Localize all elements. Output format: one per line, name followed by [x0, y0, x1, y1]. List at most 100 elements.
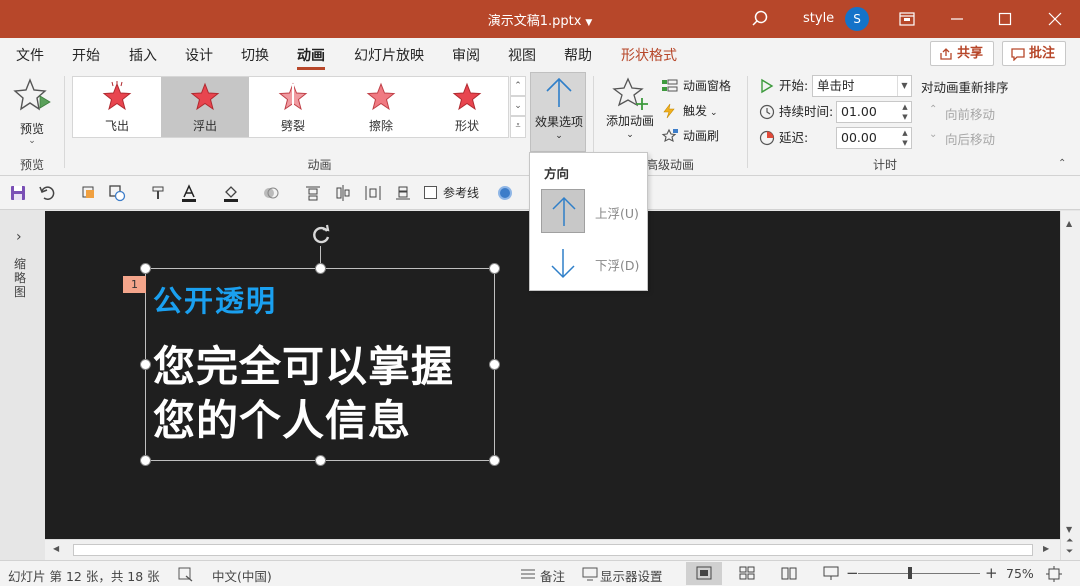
title-dropdown-icon[interactable]: ▼	[585, 18, 592, 28]
chevron-down-icon[interactable]: ▼	[897, 76, 911, 96]
reading-view-button[interactable]	[771, 562, 807, 585]
add-animation-button[interactable]: 添加动画 ⌄	[600, 76, 660, 152]
star-icon	[366, 82, 396, 111]
tab-transitions[interactable]: 切换	[241, 45, 269, 65]
normal-view-button[interactable]	[686, 562, 722, 585]
duration-input[interactable]: 01.00 ▲ ▼	[836, 101, 912, 123]
resize-handle[interactable]	[140, 455, 151, 466]
resize-handle[interactable]	[140, 359, 151, 370]
avatar[interactable]: S	[845, 7, 869, 31]
notes-button[interactable]: 备注	[540, 566, 565, 585]
zoom-out-icon[interactable]: −	[846, 564, 859, 582]
select-pane-icon[interactable]	[80, 184, 98, 202]
gallery-item-float-in[interactable]: 浮出	[161, 77, 249, 137]
gallery-item-split[interactable]: 劈裂	[249, 77, 337, 137]
resize-handle[interactable]	[315, 263, 326, 274]
scroll-down-icon[interactable]: ▼	[1066, 525, 1072, 534]
save-icon[interactable]	[9, 184, 27, 202]
scroll-up-icon[interactable]: ▲	[1066, 219, 1072, 228]
delay-input[interactable]: 00.00 ▲ ▼	[836, 127, 912, 149]
search-icon[interactable]	[750, 9, 770, 29]
spin-down-icon[interactable]: ▼	[899, 138, 911, 148]
resize-handle[interactable]	[489, 359, 500, 370]
accessibility-check-icon[interactable]	[178, 567, 194, 582]
scroll-thumb[interactable]	[73, 544, 1033, 556]
spin-down-icon[interactable]: ▼	[899, 112, 911, 122]
effect-options-button[interactable]: 效果选项 ⌄	[530, 72, 586, 152]
guides-checkbox[interactable]	[424, 186, 437, 199]
align-top-icon[interactable]	[304, 184, 322, 202]
zoom-slider-thumb[interactable]	[908, 567, 912, 579]
next-slide-icon[interactable]: ⏷	[1066, 547, 1073, 557]
gallery-item-fly-in[interactable]: 飞出	[73, 77, 161, 137]
align-middle-icon[interactable]	[334, 184, 352, 202]
move-earlier-button[interactable]: ⌃ 向前移动	[929, 104, 995, 123]
animation-painter-button[interactable]: 动画刷	[661, 126, 719, 146]
distribute-icon[interactable]	[364, 184, 382, 202]
tab-home[interactable]: 开始	[72, 45, 100, 65]
font-color-icon[interactable]	[180, 184, 198, 202]
zoom-slider[interactable]	[858, 573, 980, 574]
horizontal-scrollbar[interactable]: ◀ ▶	[45, 539, 1060, 560]
undo-icon[interactable]	[38, 184, 56, 202]
resize-handle[interactable]	[489, 263, 500, 274]
tab-view[interactable]: 视图	[508, 45, 536, 65]
language-indicator[interactable]: 中文(中国)	[212, 566, 272, 585]
gallery-scroll-down[interactable]: ⌄	[510, 96, 526, 116]
ribbon-display-options-button[interactable]	[883, 0, 929, 38]
animation-order-tag[interactable]: 1	[123, 276, 146, 293]
preview-button[interactable]: 预览 ⌄	[8, 76, 56, 152]
collapse-ribbon-icon[interactable]: ⌃	[1058, 158, 1066, 169]
direction-float-up[interactable]: 上浮(U)	[541, 189, 645, 233]
tab-review[interactable]: 审阅	[452, 45, 480, 65]
gallery-more-button[interactable]: ⩡	[510, 116, 526, 138]
scroll-right-icon[interactable]: ▶	[1043, 544, 1049, 553]
direction-float-down[interactable]: 下浮(D)	[541, 241, 645, 285]
tab-animations[interactable]: 动画	[297, 45, 325, 70]
rotate-handle-icon[interactable]	[308, 222, 334, 248]
comment-button[interactable]: 批注	[1002, 41, 1066, 66]
resize-handle[interactable]	[489, 455, 500, 466]
gallery-item-shape[interactable]: 形状	[423, 77, 511, 137]
zoom-in-icon[interactable]: +	[985, 564, 998, 582]
resize-handle[interactable]	[315, 455, 326, 466]
tab-file[interactable]: 文件	[16, 45, 44, 65]
effects-icon[interactable]	[262, 184, 280, 202]
tab-help[interactable]: 帮助	[564, 45, 592, 65]
previous-slide-icon[interactable]: ⏶	[1066, 536, 1073, 546]
user-name[interactable]: style	[803, 11, 834, 26]
minimize-button[interactable]	[934, 0, 980, 38]
start-select[interactable]: 单击时 ▼	[812, 75, 912, 97]
trigger-button[interactable]: 触发 ⌄	[661, 101, 718, 121]
slideshow-button[interactable]	[813, 562, 849, 585]
gallery-item-wipe[interactable]: 擦除	[337, 77, 425, 137]
spin-up-icon[interactable]: ▲	[899, 102, 911, 112]
resize-handle[interactable]	[140, 263, 151, 274]
close-button[interactable]	[1032, 0, 1078, 38]
maximize-button[interactable]	[982, 0, 1028, 38]
thumbnail-label[interactable]: 缩略图	[14, 257, 28, 299]
display-settings-button[interactable]: 显示器设置	[600, 566, 663, 585]
scroll-left-icon[interactable]: ◀	[53, 544, 59, 553]
animation-pane-button[interactable]: 动画窗格	[661, 76, 731, 96]
align-bottom-icon[interactable]	[394, 184, 412, 202]
shapes-icon[interactable]	[108, 184, 126, 202]
gallery-scroll-up[interactable]: ⌃	[510, 76, 526, 96]
vertical-scrollbar[interactable]: ▲ ▼ ⏶ ⏷	[1060, 211, 1080, 560]
slide-title[interactable]: 您完全可以掌握 您的个人信息	[153, 340, 454, 448]
shape-fill-icon[interactable]	[496, 184, 514, 202]
spin-up-icon[interactable]: ▲	[899, 128, 911, 138]
fit-to-window-icon[interactable]	[1046, 566, 1062, 582]
tab-design[interactable]: 设计	[185, 45, 213, 65]
expand-thumbnails-icon[interactable]: ›	[16, 229, 22, 245]
fill-color-icon[interactable]	[222, 184, 240, 202]
tab-insert[interactable]: 插入	[129, 45, 157, 65]
tab-shape-format[interactable]: 形状格式	[621, 45, 677, 65]
format-painter-icon[interactable]	[150, 184, 168, 202]
move-later-button[interactable]: ⌄ 向后移动	[929, 129, 995, 148]
slide-subtitle[interactable]: 公开透明	[153, 278, 277, 320]
slide-sorter-button[interactable]	[729, 562, 765, 585]
share-button[interactable]: 共享	[930, 41, 994, 66]
zoom-level[interactable]: 75%	[1006, 566, 1034, 581]
tab-slideshow[interactable]: 幻灯片放映	[354, 45, 424, 65]
